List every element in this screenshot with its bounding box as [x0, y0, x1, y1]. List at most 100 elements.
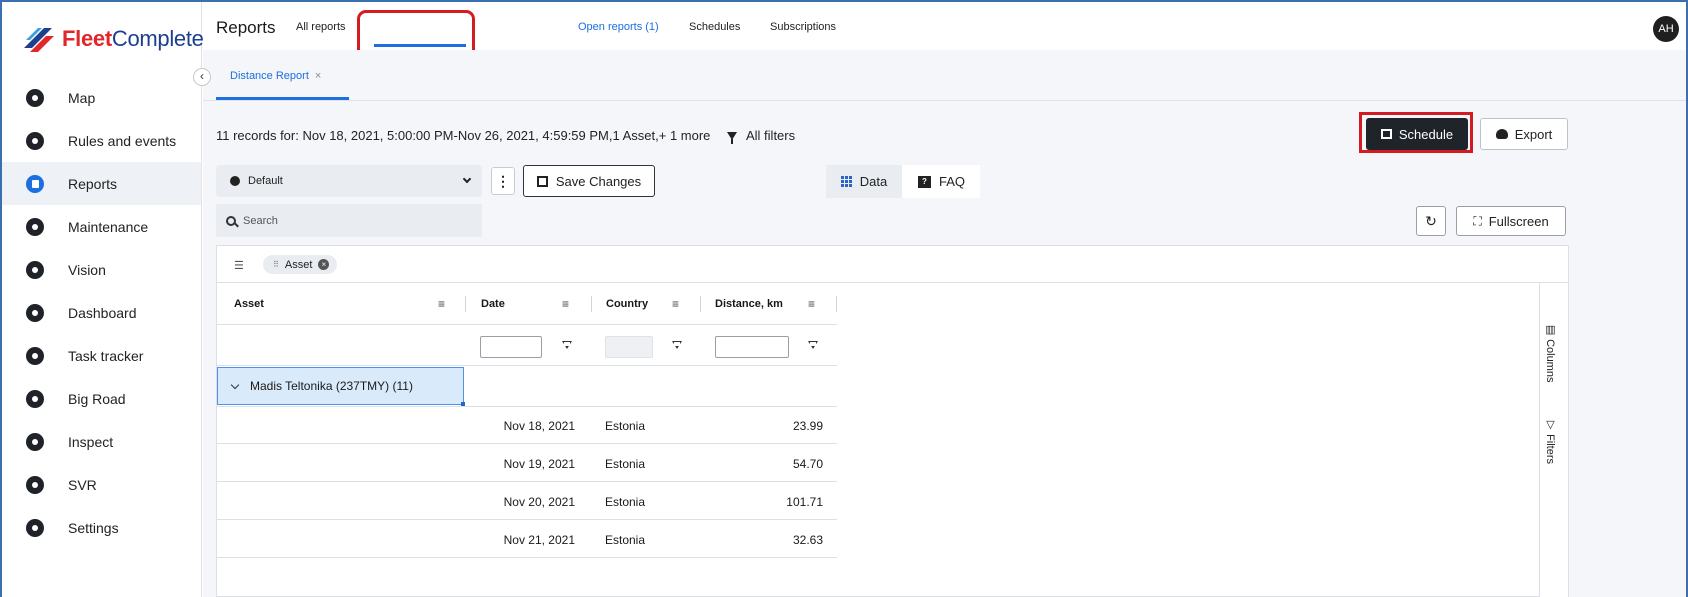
column-menu-icon[interactable]: ≡	[562, 297, 569, 311]
columns-label: Columns	[1544, 339, 1556, 383]
check-icon	[26, 346, 44, 365]
chevron-down-icon[interactable]	[230, 380, 240, 389]
sidebar-item-dashboard[interactable]: Dashboard	[0, 291, 201, 334]
tab-open-reports[interactable]: Open reports (1)	[578, 21, 659, 33]
tab-subscriptions[interactable]: Subscriptions	[770, 21, 836, 33]
tab-schedules[interactable]: Schedules	[689, 21, 740, 33]
filter-icon	[727, 131, 737, 144]
cell-distance: 101.71	[786, 495, 823, 509]
sidebar-item-svr[interactable]: SVR	[0, 463, 201, 506]
sidebar-item-reports[interactable]: Reports	[0, 162, 201, 205]
road-icon	[26, 389, 44, 408]
svr-icon	[26, 475, 44, 494]
sidebar-item-label: Maintenance	[68, 218, 149, 235]
filter-icon[interactable]	[562, 341, 572, 349]
sidebar-item-label: Vision	[68, 261, 106, 278]
camera-icon	[26, 260, 44, 279]
fullscreen-button[interactable]: ⛶ Fullscreen	[1456, 206, 1566, 236]
group-row-label: Madis Teltonika (237TMY) (11)	[250, 379, 413, 393]
close-icon[interactable]: ×	[315, 70, 321, 82]
toggle-faq-button[interactable]: ? FAQ	[902, 165, 965, 198]
cell-date: Nov 21, 2021	[503, 533, 575, 547]
group-row-madis-teltonika[interactable]: Madis Teltonika (237TMY) (11)	[217, 367, 465, 406]
sidebar-item-label: Big Road	[68, 390, 126, 407]
tab-distance-report[interactable]: Distance Report ×	[230, 70, 321, 82]
sidebar-item-maintenance[interactable]: Maintenance	[0, 205, 201, 248]
fullscreen-icon: ⛶	[1473, 213, 1482, 228]
sidebar-item-task-tracker[interactable]: Task tracker	[0, 334, 201, 377]
sidebar-item-inspect[interactable]: Inspect	[0, 420, 201, 463]
view-select-value: Default	[248, 175, 283, 187]
tab-all-reports[interactable]: All reports	[296, 21, 346, 33]
cell-country: Estonia	[605, 495, 646, 509]
search-input[interactable]: Search	[216, 204, 482, 237]
columns-panel-toggle[interactable]: ▥ Columns	[1544, 323, 1557, 382]
gear-icon	[230, 176, 240, 186]
view-toggle: Data ? FAQ	[826, 165, 980, 198]
filters-label: Filters	[1544, 434, 1556, 465]
table-row[interactable]: Nov 19, 2021 Estonia 54.70	[217, 445, 837, 482]
column-header-asset[interactable]: Asset	[234, 283, 264, 325]
drag-handle-icon[interactable]: ⠿	[273, 260, 279, 269]
country-filter-input	[605, 336, 653, 358]
column-divider	[836, 296, 837, 312]
flag-icon	[26, 131, 44, 150]
page-title: Reports	[216, 18, 276, 37]
cell-country: Estonia	[605, 419, 646, 433]
cell-date: Nov 20, 2021	[503, 495, 575, 509]
remove-chip-icon[interactable]: ×	[318, 259, 330, 270]
filter-icon[interactable]	[808, 341, 818, 349]
sidebar-item-label: Reports	[68, 175, 118, 192]
sidebar-item-map[interactable]: Map	[0, 76, 201, 119]
column-header-date[interactable]: Date	[481, 283, 505, 325]
sidebar-item-settings[interactable]: Settings	[0, 506, 201, 549]
avatar[interactable]: AH	[1653, 16, 1679, 42]
table-row[interactable]: Nov 21, 2021 Estonia 32.63	[217, 521, 837, 558]
export-button[interactable]: Export	[1480, 118, 1568, 150]
sidebar-item-label: Dashboard	[68, 304, 137, 321]
fullscreen-label: Fullscreen	[1488, 213, 1549, 229]
distance-filter-input[interactable]	[715, 336, 789, 358]
group-chip-asset[interactable]: ⠿ Asset ×	[263, 255, 338, 274]
highlight-annotation-schedule	[1359, 112, 1473, 153]
column-menu-icon[interactable]: ≡	[438, 297, 445, 311]
sidebar-item-rules-and-events[interactable]: Rules and events	[0, 119, 201, 162]
clipboard-icon	[26, 432, 44, 451]
filters-panel-toggle[interactable]: ▽ Filters	[1544, 418, 1557, 464]
column-menu-icon[interactable]: ≡	[672, 297, 679, 311]
columns-icon: ▥	[1544, 323, 1556, 336]
save-changes-button[interactable]: Save Changes	[523, 165, 655, 197]
toggle-faq-label: FAQ	[939, 174, 966, 189]
refresh-button[interactable]: ↻	[1416, 206, 1446, 236]
column-divider	[700, 296, 701, 312]
report-grid: ☰ ⠿ Asset × Asset ≡ Date ≡ Country ≡ Dis…	[216, 245, 1569, 597]
report-icon	[26, 174, 44, 193]
export-label: Export	[1514, 126, 1553, 142]
grid-header: Asset ≡ Date ≡ Country ≡ Distance, km ≡	[217, 283, 837, 325]
records-summary: 11 records for: Nov 18, 2021, 5:00:00 PM…	[216, 128, 711, 143]
column-header-country[interactable]: Country	[606, 283, 648, 325]
brand-logo[interactable]: FleetComplete	[22, 24, 204, 54]
all-filters-label: All filters	[746, 128, 796, 143]
cell-distance: 32.63	[792, 533, 823, 547]
date-filter-input[interactable]	[480, 336, 542, 358]
grid-side-panel: ▥ Columns ▽ Filters	[1539, 283, 1568, 597]
sidebar-item-vision[interactable]: Vision	[0, 248, 201, 291]
grid-icon	[840, 175, 853, 188]
chart-icon	[26, 303, 44, 322]
table-row[interactable]: Nov 20, 2021 Estonia 101.71	[217, 483, 837, 520]
more-options-button[interactable]: ⋮	[491, 167, 515, 195]
table-row[interactable]: Nov 18, 2021 Estonia 23.99	[217, 407, 837, 444]
toggle-data-button[interactable]: Data	[826, 165, 902, 198]
column-header-distance[interactable]: Distance, km	[715, 283, 783, 325]
kebab-icon: ⋮	[496, 173, 510, 189]
cell-distance: 54.70	[792, 457, 823, 471]
brand-name: FleetComplete	[62, 26, 204, 51]
filter-icon[interactable]	[672, 341, 682, 349]
view-select[interactable]: Default	[216, 165, 482, 197]
column-divider	[591, 296, 592, 312]
sidebar-item-big-road[interactable]: Big Road	[0, 377, 201, 420]
column-menu-icon[interactable]: ≡	[808, 297, 815, 311]
collapse-sidebar-button[interactable]: ‹	[193, 68, 211, 86]
all-filters-button[interactable]: All filters	[727, 128, 796, 144]
